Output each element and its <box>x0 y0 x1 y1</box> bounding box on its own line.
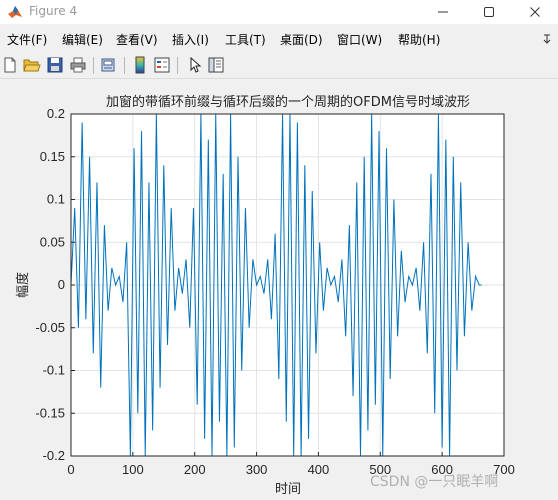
save-button[interactable] <box>46 56 64 74</box>
new-file-icon <box>4 57 16 73</box>
chart[interactable]: 0 100 200 300 400 500 600 7000.20.150.10.050-0.… <box>0 80 558 500</box>
close-button[interactable] <box>512 0 558 24</box>
edit-plot-icon <box>190 57 202 73</box>
close-icon <box>530 7 540 17</box>
menu-window[interactable]: 窗口(W) <box>337 31 382 48</box>
matlab-app-icon <box>8 6 22 18</box>
menu-help[interactable]: 帮助(H) <box>398 31 440 48</box>
y-tick-label: 0.15 <box>40 149 65 164</box>
menu-insert[interactable]: 插入(I) <box>172 31 209 48</box>
y-tick-label: 0.05 <box>40 234 65 249</box>
edit-plot-button[interactable] <box>186 56 204 74</box>
watermark: CSDN @一只眠羊啊 <box>370 474 498 490</box>
y-axis-label: 幅度 <box>15 272 31 298</box>
insert-colorbar-button[interactable] <box>131 56 149 74</box>
new-figure-button[interactable] <box>1 56 19 74</box>
menu-tools[interactable]: 工具(T) <box>225 31 266 48</box>
open-file-icon <box>23 59 41 72</box>
toolbar-separator <box>93 57 94 74</box>
x-tick-label: 400 <box>308 462 330 477</box>
window-title: Figure 4 <box>29 4 78 18</box>
x-tick-label: 200 <box>184 462 206 477</box>
toolbar-separator <box>124 57 125 74</box>
figure-toolbar <box>0 52 558 79</box>
print-icon <box>70 57 86 73</box>
insert-legend-icon <box>154 57 170 73</box>
open-file-button[interactable] <box>23 56 41 74</box>
insert-legend-button[interactable] <box>153 56 171 74</box>
property-inspector-button[interactable] <box>207 56 225 74</box>
minimize-button[interactable] <box>420 0 466 24</box>
maximize-icon <box>484 7 494 17</box>
y-tick-label: -0.05 <box>35 320 65 335</box>
menu-desktop[interactable]: 桌面(D) <box>280 31 323 48</box>
y-tick-label: -0.2 <box>43 448 65 463</box>
menu-view[interactable]: 查看(V) <box>116 31 158 48</box>
menu-edit[interactable]: 编辑(E) <box>62 31 103 48</box>
property-inspector-icon <box>208 57 224 73</box>
menu-file[interactable]: 文件(F) <box>7 31 47 48</box>
x-axis-label: 时间 <box>275 482 301 497</box>
toolbar-separator <box>177 57 178 74</box>
chart-title: 加窗的带循环前缀与循环后缀的一个周期的OFDM信号时域波形 <box>106 94 470 110</box>
insert-colorbar-icon <box>135 56 145 74</box>
x-tick-label: 100 <box>122 462 144 477</box>
y-tick-label: 0.1 <box>47 192 65 207</box>
x-tick-label: 0 <box>67 462 74 477</box>
y-tick-label: 0 <box>58 277 65 292</box>
y-tick-label: -0.1 <box>43 363 65 378</box>
link-figure-button[interactable] <box>99 56 117 74</box>
maximize-button[interactable] <box>466 0 512 24</box>
link-figure-icon <box>101 58 115 72</box>
y-tick-label: 0.2 <box>47 106 65 121</box>
dock-arrow-icon[interactable] <box>542 32 552 44</box>
figure-canvas: 0 100 200 300 400 500 600 700 0.2 0.15 0.1 0.05 0 -0.… <box>0 80 558 500</box>
y-tick-label: -0.15 <box>35 405 65 420</box>
window-titlebar: Figure 4 <box>0 0 558 24</box>
save-icon <box>47 57 63 73</box>
print-button[interactable] <box>69 56 87 74</box>
minimize-icon <box>438 11 448 13</box>
x-tick-label: 300 <box>246 462 268 477</box>
menu-bar: 文件(F) 编辑(E) 查看(V) 插入(I) 工具(T) 桌面(D) 窗口(W… <box>0 27 558 49</box>
